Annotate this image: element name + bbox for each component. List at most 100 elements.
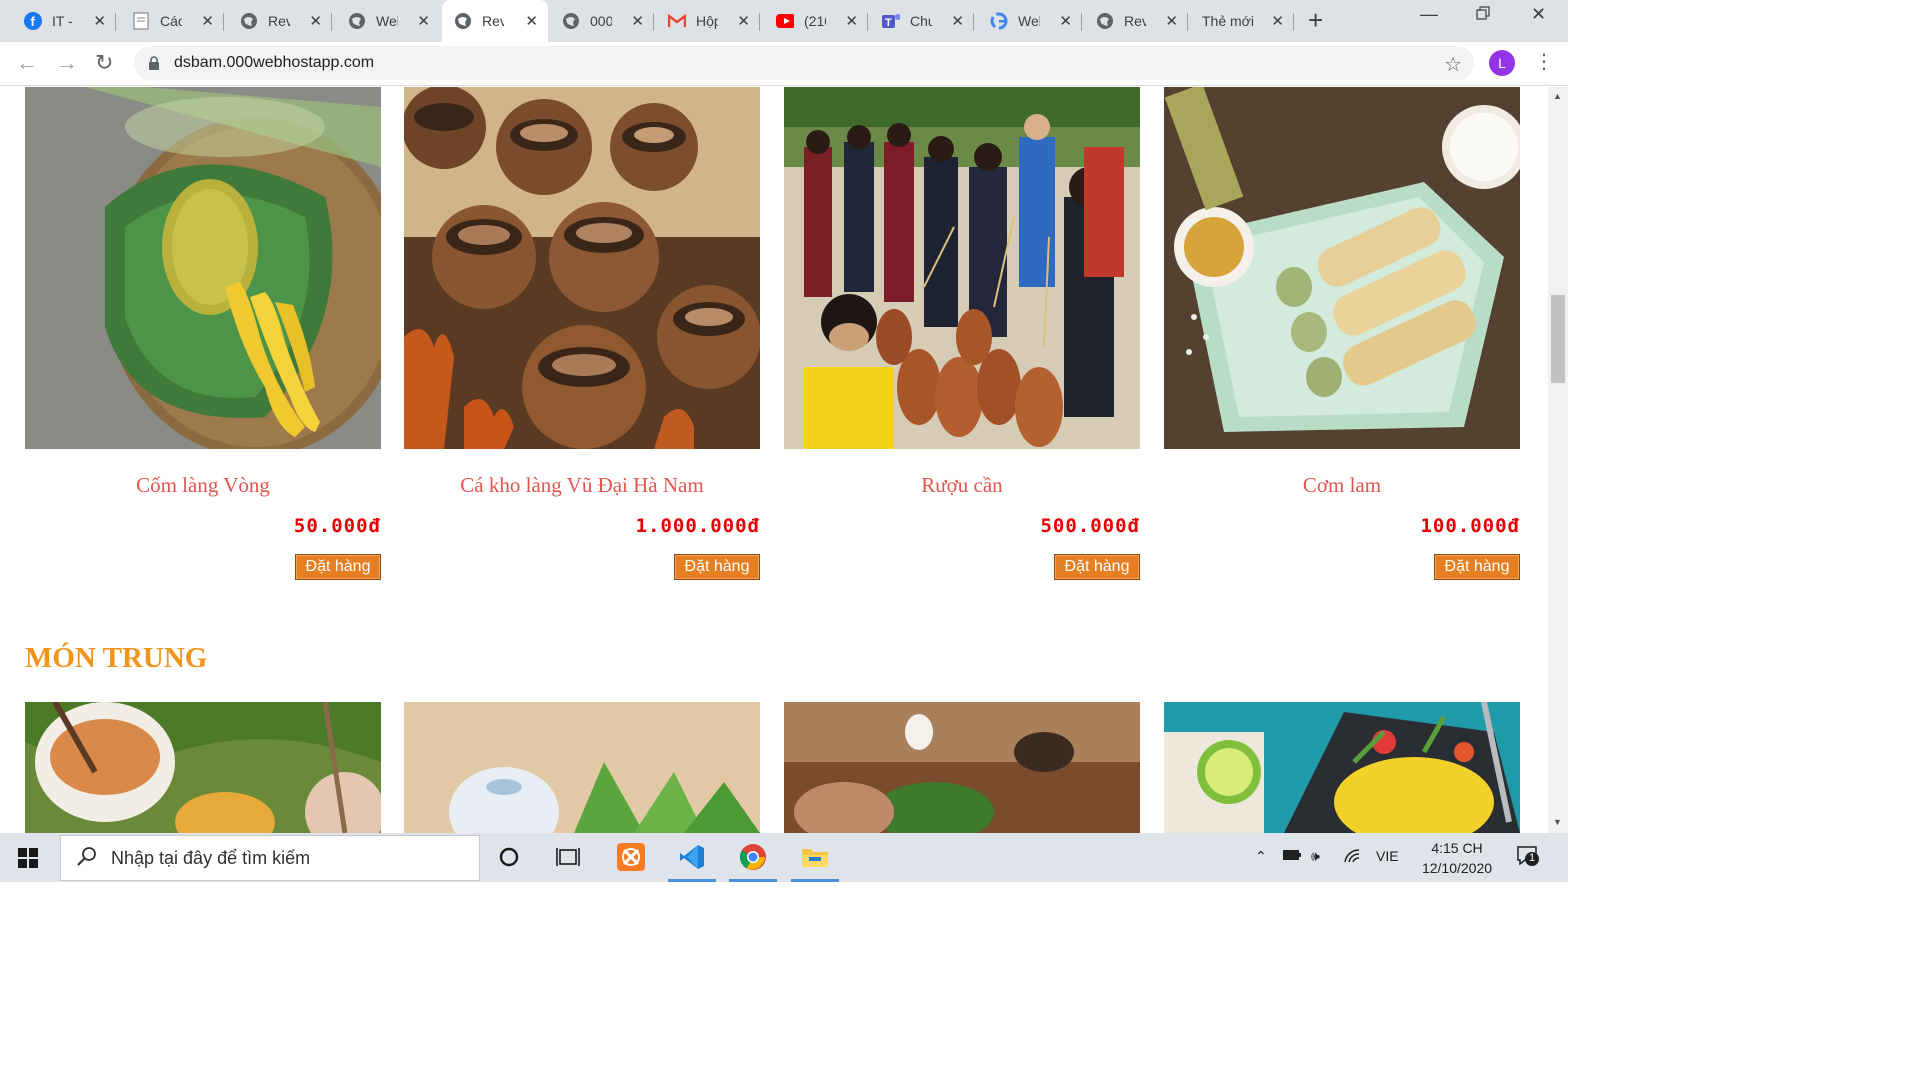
chrome-icon[interactable] [738, 842, 768, 872]
system-clock[interactable]: 4:15 CH 12/10/2020 [1412, 838, 1502, 878]
tab-title: Web [1018, 13, 1040, 29]
search-icon [77, 846, 97, 871]
profile-avatar[interactable]: L [1489, 50, 1515, 76]
cortana-icon[interactable] [494, 842, 524, 872]
lock-icon [148, 56, 160, 70]
close-tab-icon[interactable]: ✕ [201, 12, 214, 30]
close-tab-icon[interactable]: ✕ [417, 12, 430, 30]
order-button[interactable]: Đặt hàng [674, 554, 760, 580]
browser-tab[interactable]: Hộp ✕ [656, 6, 760, 36]
close-tab-icon[interactable]: ✕ [525, 12, 538, 30]
product-image[interactable] [404, 87, 760, 449]
tab-title: 000v [590, 13, 612, 29]
reload-icon[interactable]: ↻ [95, 50, 113, 76]
globe-icon [1096, 12, 1114, 30]
close-tab-icon[interactable]: ✕ [1271, 12, 1284, 30]
close-tab-icon[interactable]: ✕ [1165, 12, 1178, 30]
active-app-indicator [791, 879, 839, 882]
product-image[interactable] [404, 702, 760, 833]
product-name[interactable]: Cơm lam [1164, 473, 1520, 498]
browser-tab[interactable]: Revi ✕ [228, 6, 332, 36]
product-image[interactable] [784, 702, 1140, 833]
product-card: Rượu cần 500.000đ Đặt hàng [784, 87, 1140, 580]
teams-icon: T [882, 12, 900, 30]
globe-icon [454, 12, 472, 30]
xampp-icon[interactable] [616, 842, 646, 872]
wifi-icon[interactable] [1343, 848, 1363, 867]
close-tab-icon[interactable]: ✕ [309, 12, 322, 30]
file-explorer-icon[interactable] [800, 842, 830, 872]
close-tab-icon[interactable]: ✕ [93, 12, 106, 30]
close-tab-icon[interactable]: ✕ [951, 12, 964, 30]
browser-tab[interactable]: (210 ✕ [764, 6, 868, 36]
product-name[interactable]: Rượu cần [784, 473, 1140, 498]
order-button[interactable]: Đặt hàng [1054, 554, 1140, 580]
menu-kebab-icon[interactable]: ⋮ [1534, 50, 1554, 74]
taskbar-search[interactable]: Nhập tại đây để tìm kiếm [60, 835, 480, 881]
back-arrow-icon[interactable]: ← [16, 50, 38, 76]
scroll-down-arrow-icon[interactable]: ▼ [1553, 817, 1562, 827]
globe-icon [348, 12, 366, 30]
tab-title: Cách [160, 13, 182, 29]
product-name[interactable]: Cốm làng Vòng [25, 473, 381, 498]
tab-title: (210 [804, 13, 826, 29]
show-hidden-icons-chevron-icon[interactable]: ⌃ [1255, 848, 1267, 865]
close-tab-icon[interactable]: ✕ [1059, 12, 1072, 30]
order-button[interactable]: Đặt hàng [1434, 554, 1520, 580]
product-card: Cá kho làng Vũ Đại Hà Nam 1.000.000đ Đặt… [404, 87, 760, 580]
close-tab-icon[interactable]: ✕ [631, 12, 644, 30]
windows-start-icon[interactable] [18, 848, 38, 868]
product-image[interactable] [1164, 702, 1520, 833]
tab-title: Hộp [696, 13, 718, 29]
browser-tab[interactable]: Revi ✕ [1084, 6, 1188, 36]
vertical-scrollbar[interactable]: ▲ ▼ [1548, 87, 1568, 833]
product-name[interactable]: Cá kho làng Vũ Đại Hà Nam [404, 473, 760, 498]
close-window-icon[interactable]: ✕ [1531, 4, 1546, 25]
tab-title: Revi [1124, 13, 1146, 29]
product-image[interactable] [1164, 87, 1520, 449]
minimize-icon[interactable]: — [1420, 4, 1438, 25]
order-button[interactable]: Đặt hàng [295, 554, 381, 580]
bookmark-star-icon[interactable]: ☆ [1444, 52, 1462, 77]
product-image[interactable] [784, 87, 1140, 449]
product-price: 50.000đ [293, 515, 381, 537]
new-tab-button[interactable]: + [1308, 6, 1323, 34]
tab-title: Chu [910, 13, 932, 29]
tab-title: Revi [482, 13, 504, 29]
scroll-up-arrow-icon[interactable]: ▲ [1553, 91, 1562, 101]
active-app-indicator [729, 879, 777, 882]
close-tab-icon[interactable]: ✕ [845, 12, 858, 30]
volume-icon[interactable]: 🕪︎ [1311, 848, 1320, 865]
product-image[interactable] [25, 702, 381, 833]
product-card: Cơm lam 100.000đ Đặt hàng [1164, 87, 1520, 580]
tab-title: Thẻ mới [1202, 13, 1254, 29]
product-price: 1.000.000đ [635, 515, 760, 537]
vscode-icon[interactable] [677, 842, 707, 872]
browser-tab-active[interactable]: Revi ✕ [442, 0, 548, 42]
browser-tab[interactable]: T Chu ✕ [870, 6, 974, 36]
language-indicator[interactable]: VIE [1376, 848, 1399, 864]
page-content: Cốm làng Vòng 50.000đ Đặt hàng Cá kho là… [0, 87, 1548, 833]
browser-tab[interactable]: Web ✕ [336, 6, 440, 36]
browser-tab[interactable]: Cách ✕ [120, 6, 224, 36]
forward-arrow-icon[interactable]: → [56, 50, 78, 76]
tab-title: Revi [268, 13, 290, 29]
notification-center-icon[interactable]: 1 [1516, 845, 1540, 870]
clock-time: 4:15 CH [1431, 840, 1483, 856]
address-bar[interactable]: dsbam.000webhostapp.com ☆ [134, 46, 1474, 80]
browser-tab[interactable]: 000v ✕ [550, 6, 654, 36]
svg-text:f: f [31, 14, 36, 29]
browser-tab[interactable]: f IT - I ✕ [12, 6, 116, 36]
restore-icon[interactable] [1476, 4, 1490, 25]
product-price: 500.000đ [1040, 515, 1140, 537]
active-app-indicator [668, 879, 716, 882]
battery-icon[interactable] [1282, 848, 1302, 864]
globe-icon [562, 12, 580, 30]
browser-tab[interactable]: Web ✕ [978, 6, 1082, 36]
close-tab-icon[interactable]: ✕ [737, 12, 750, 30]
globe-icon [240, 12, 258, 30]
product-image[interactable] [25, 87, 381, 449]
task-view-icon[interactable] [553, 842, 583, 872]
scrollbar-thumb[interactable] [1551, 295, 1565, 383]
browser-tab[interactable]: Thẻ mới ✕ [1190, 6, 1294, 36]
